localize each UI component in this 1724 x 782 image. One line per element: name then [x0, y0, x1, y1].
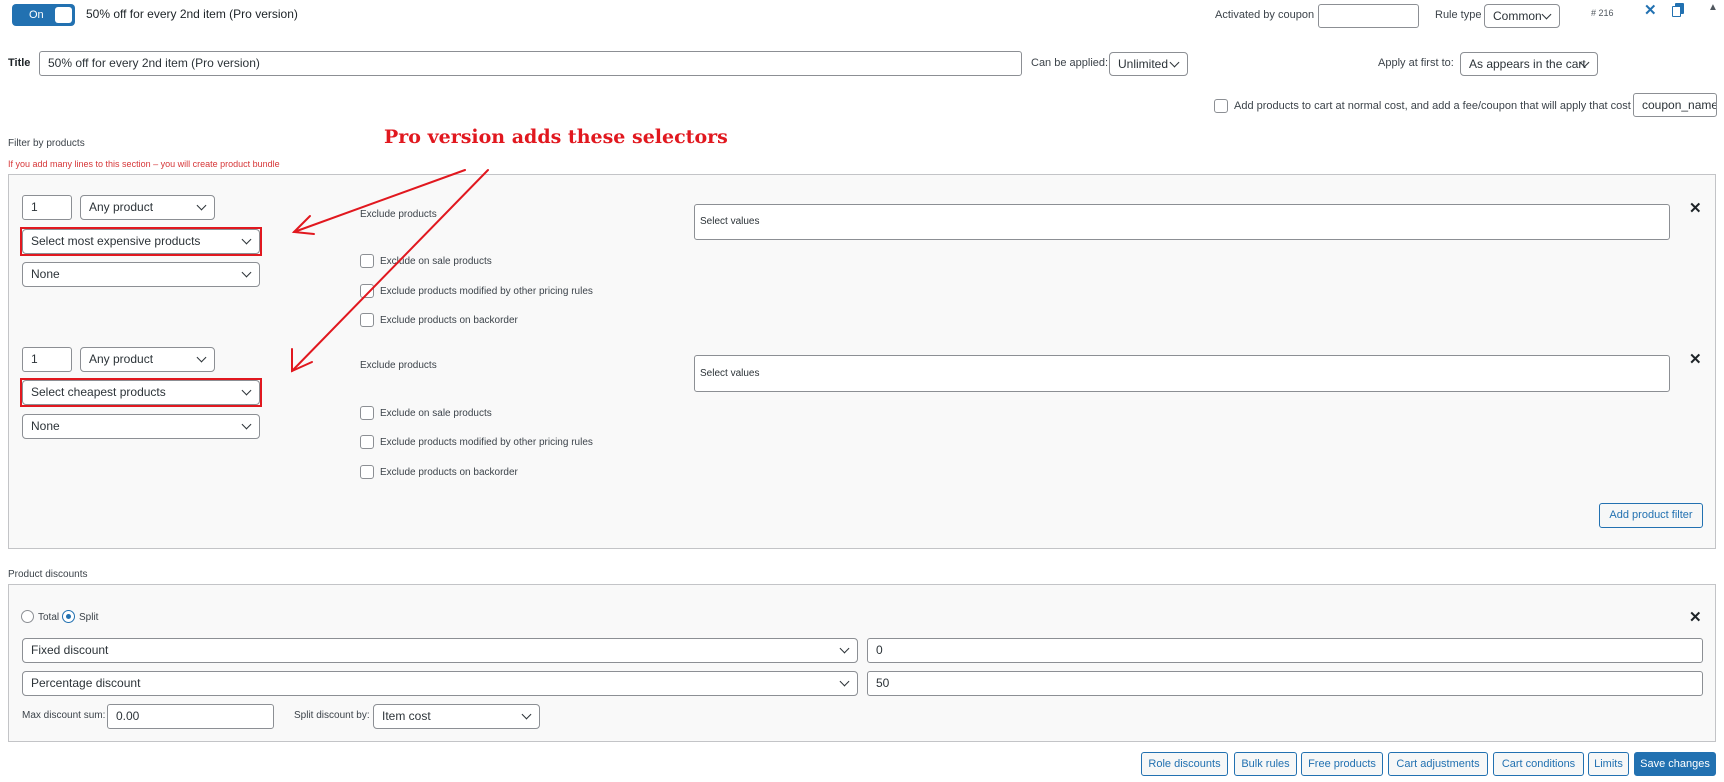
limits-button[interactable]: Limits	[1588, 752, 1629, 776]
annotation-arrow-1	[293, 169, 466, 233]
radio-total-label: Total	[38, 612, 60, 623]
discount-2-type[interactable]: Percentage discount	[22, 671, 858, 696]
radio-split-label: Split	[79, 612, 99, 623]
discount-2-value[interactable]: 50	[867, 671, 1703, 696]
discount-1-value[interactable]: 0	[867, 638, 1703, 663]
discounts-remove-icon[interactable]: ✕	[1689, 610, 1702, 625]
radio-total[interactable]	[21, 610, 34, 623]
cart-conditions-button[interactable]: Cart conditions	[1493, 752, 1584, 776]
bulk-rules-button[interactable]: Bulk rules	[1234, 752, 1297, 776]
split-by-label: Split discount by:	[294, 710, 370, 721]
max-discount-input[interactable]: 0.00	[107, 704, 274, 729]
radio-split[interactable]	[62, 610, 75, 623]
role-discounts-button[interactable]: Role discounts	[1141, 752, 1228, 776]
split-by-select[interactable]: Item cost	[373, 704, 540, 729]
radio-split-dot	[66, 614, 71, 619]
annotation-arrow-2	[291, 169, 489, 372]
max-discount-label: Max discount sum:	[22, 710, 106, 721]
free-products-button[interactable]: Free products	[1301, 752, 1383, 776]
save-changes-button[interactable]: Save changes	[1634, 752, 1716, 776]
cart-adjustments-button[interactable]: Cart adjustments	[1388, 752, 1488, 776]
discount-1-type[interactable]: Fixed discount	[22, 638, 858, 663]
discounts-heading: Product discounts	[8, 569, 88, 580]
